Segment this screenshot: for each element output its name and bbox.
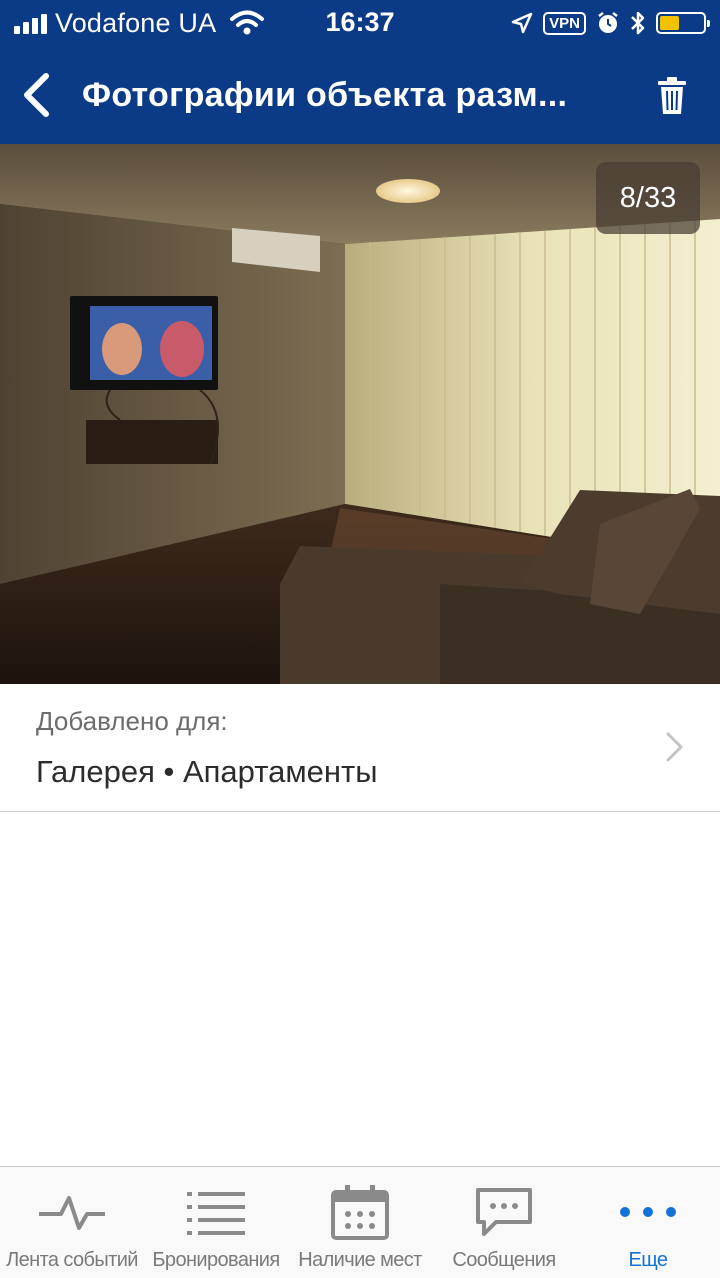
calendar-icon xyxy=(331,1185,389,1240)
chevron-right-icon xyxy=(666,732,683,762)
tab-label: Лента событий xyxy=(6,1249,138,1271)
added-for-value: Галерея • Апартаменты xyxy=(36,754,378,789)
list-icon xyxy=(187,1192,245,1235)
bluetooth-icon xyxy=(631,11,645,35)
vpn-badge: VPN xyxy=(543,11,586,35)
tab-activity-feed[interactable]: Лента событий xyxy=(0,1167,144,1278)
page-title: Фотографии объекта разм... xyxy=(82,76,568,114)
tab-availability[interactable]: Наличие мест xyxy=(288,1167,432,1278)
property-photo[interactable]: 8/33 xyxy=(0,144,720,684)
status-bar: Vodafone UA 16:37 VPN xyxy=(0,0,720,46)
activity-icon xyxy=(39,1196,105,1230)
battery-level-fill xyxy=(660,16,679,30)
chevron-left-icon xyxy=(24,73,49,117)
tab-label: Еще xyxy=(628,1249,669,1271)
tab-label: Наличие мест xyxy=(298,1249,422,1271)
trash-icon xyxy=(658,77,686,114)
alarm-icon xyxy=(598,12,618,33)
added-for-row[interactable]: Добавлено для: Галерея • Апартаменты xyxy=(0,684,720,812)
delete-photo-button[interactable] xyxy=(646,72,698,120)
photo-counter: 8/33 xyxy=(596,162,700,234)
tab-bookings[interactable]: Бронирования xyxy=(144,1167,288,1278)
back-button[interactable] xyxy=(10,66,62,124)
message-icon xyxy=(476,1188,532,1236)
location-arrow-icon xyxy=(511,12,533,34)
tab-more[interactable]: Еще xyxy=(576,1167,720,1278)
navigation-bar: Фотографии объекта разм... xyxy=(0,46,720,144)
tab-label: Бронирования xyxy=(152,1249,280,1271)
tab-bar: Лента событий Бронирования Наличие мест … xyxy=(0,1166,720,1278)
more-icon xyxy=(620,1207,676,1217)
added-for-label: Добавлено для: xyxy=(36,706,228,736)
tab-messages[interactable]: Сообщения xyxy=(432,1167,576,1278)
status-right: VPN xyxy=(511,8,710,38)
tab-label: Сообщения xyxy=(452,1249,556,1271)
battery-icon xyxy=(656,12,710,34)
